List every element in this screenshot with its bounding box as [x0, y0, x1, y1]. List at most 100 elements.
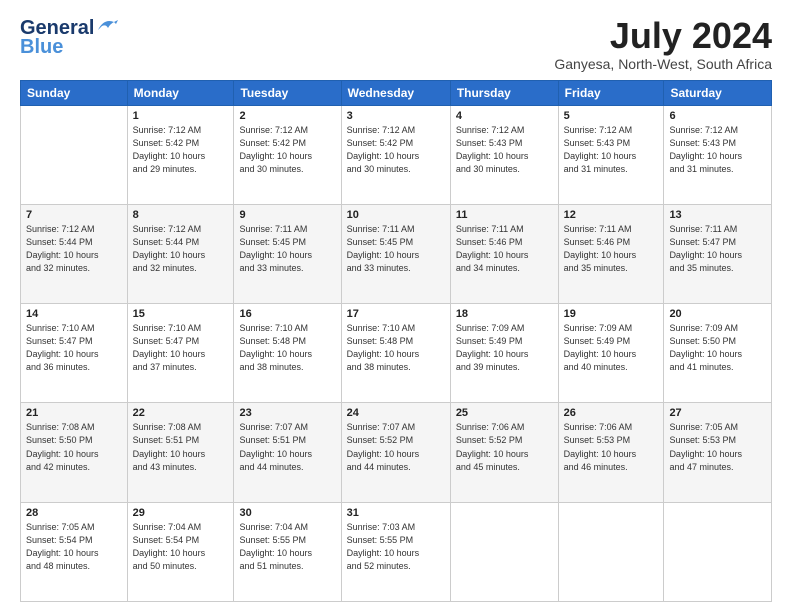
calendar-day-cell: 10 Sunrise: 7:11 AM Sunset: 5:45 PM Dayli… — [341, 204, 450, 303]
day-info: Sunrise: 7:08 AM Sunset: 5:50 PM Dayligh… — [26, 421, 122, 473]
day-info: Sunrise: 7:09 AM Sunset: 5:49 PM Dayligh… — [564, 322, 659, 374]
calendar-day-cell — [664, 502, 772, 601]
subtitle: Ganyesa, North-West, South Africa — [554, 56, 772, 72]
day-number: 4 — [456, 110, 553, 122]
day-info: Sunrise: 7:07 AM Sunset: 5:51 PM Dayligh… — [239, 421, 335, 473]
day-number: 8 — [133, 209, 229, 221]
day-number: 20 — [669, 308, 766, 320]
calendar-day-cell: 24 Sunrise: 7:07 AM Sunset: 5:52 PM Dayli… — [341, 403, 450, 502]
calendar-day-header: Tuesday — [234, 80, 341, 105]
calendar-day-header: Friday — [558, 80, 664, 105]
calendar-day-cell: 28 Sunrise: 7:05 AM Sunset: 5:54 PM Dayli… — [21, 502, 128, 601]
calendar-day-cell — [558, 502, 664, 601]
day-number: 13 — [669, 209, 766, 221]
day-info: Sunrise: 7:12 AM Sunset: 5:43 PM Dayligh… — [564, 124, 659, 176]
day-number: 28 — [26, 507, 122, 519]
calendar-day-cell: 29 Sunrise: 7:04 AM Sunset: 5:54 PM Dayli… — [127, 502, 234, 601]
logo-bird-icon — [96, 16, 118, 34]
day-info: Sunrise: 7:05 AM Sunset: 5:54 PM Dayligh… — [26, 521, 122, 573]
calendar-week-row: 28 Sunrise: 7:05 AM Sunset: 5:54 PM Dayli… — [21, 502, 772, 601]
logo-blue: Blue — [20, 37, 63, 57]
calendar-day-cell: 22 Sunrise: 7:08 AM Sunset: 5:51 PM Dayli… — [127, 403, 234, 502]
calendar-day-cell: 7 Sunrise: 7:12 AM Sunset: 5:44 PM Daylig… — [21, 204, 128, 303]
day-number: 31 — [347, 507, 445, 519]
calendar-day-header: Sunday — [21, 80, 128, 105]
calendar-day-cell: 14 Sunrise: 7:10 AM Sunset: 5:47 PM Dayli… — [21, 304, 128, 403]
day-number: 11 — [456, 209, 553, 221]
day-number: 5 — [564, 110, 659, 122]
day-info: Sunrise: 7:11 AM Sunset: 5:45 PM Dayligh… — [347, 223, 445, 275]
day-info: Sunrise: 7:12 AM Sunset: 5:44 PM Dayligh… — [26, 223, 122, 275]
day-info: Sunrise: 7:12 AM Sunset: 5:42 PM Dayligh… — [239, 124, 335, 176]
logo-general: General — [20, 18, 94, 38]
day-info: Sunrise: 7:04 AM Sunset: 5:54 PM Dayligh… — [133, 521, 229, 573]
day-info: Sunrise: 7:12 AM Sunset: 5:42 PM Dayligh… — [133, 124, 229, 176]
calendar-day-cell: 16 Sunrise: 7:10 AM Sunset: 5:48 PM Dayli… — [234, 304, 341, 403]
day-number: 30 — [239, 507, 335, 519]
day-info: Sunrise: 7:12 AM Sunset: 5:43 PM Dayligh… — [669, 124, 766, 176]
month-title: July 2024 — [554, 16, 772, 56]
calendar-day-cell: 13Sunrise: 7:11 AM Sunset: 5:47 PM Dayli… — [664, 204, 772, 303]
calendar-week-row: 21 Sunrise: 7:08 AM Sunset: 5:50 PM Dayli… — [21, 403, 772, 502]
day-info: Sunrise: 7:07 AM Sunset: 5:52 PM Dayligh… — [347, 421, 445, 473]
day-info: Sunrise: 7:03 AM Sunset: 5:55 PM Dayligh… — [347, 521, 445, 573]
day-info: Sunrise: 7:06 AM Sunset: 5:52 PM Dayligh… — [456, 421, 553, 473]
calendar-day-cell: 18Sunrise: 7:09 AM Sunset: 5:49 PM Dayli… — [450, 304, 558, 403]
day-info: Sunrise: 7:05 AM Sunset: 5:53 PM Dayligh… — [669, 421, 766, 473]
day-info: Sunrise: 7:12 AM Sunset: 5:42 PM Dayligh… — [347, 124, 445, 176]
day-number: 17 — [347, 308, 445, 320]
calendar-day-cell: 1 Sunrise: 7:12 AM Sunset: 5:42 PM Daylig… — [127, 105, 234, 204]
day-info: Sunrise: 7:06 AM Sunset: 5:53 PM Dayligh… — [564, 421, 659, 473]
day-info: Sunrise: 7:09 AM Sunset: 5:50 PM Dayligh… — [669, 322, 766, 374]
day-number: 29 — [133, 507, 229, 519]
calendar-day-cell: 5 Sunrise: 7:12 AM Sunset: 5:43 PM Daylig… — [558, 105, 664, 204]
day-number: 7 — [26, 209, 122, 221]
calendar-day-cell: 31 Sunrise: 7:03 AM Sunset: 5:55 PM Dayli… — [341, 502, 450, 601]
title-area: July 2024 Ganyesa, North-West, South Afr… — [554, 16, 772, 72]
day-number: 10 — [347, 209, 445, 221]
calendar-day-cell: 9Sunrise: 7:11 AM Sunset: 5:45 PM Daylig… — [234, 204, 341, 303]
day-number: 9 — [239, 209, 335, 221]
day-number: 21 — [26, 407, 122, 419]
page: General Blue July 2024 Ganyesa, North-We… — [0, 0, 792, 612]
logo: General Blue — [20, 16, 118, 57]
calendar-day-cell: 3Sunrise: 7:12 AM Sunset: 5:42 PM Daylig… — [341, 105, 450, 204]
day-info: Sunrise: 7:11 AM Sunset: 5:46 PM Dayligh… — [456, 223, 553, 275]
calendar-header-row: SundayMondayTuesdayWednesdayThursdayFrid… — [21, 80, 772, 105]
calendar-day-cell: 23Sunrise: 7:07 AM Sunset: 5:51 PM Dayli… — [234, 403, 341, 502]
day-number: 2 — [239, 110, 335, 122]
day-info: Sunrise: 7:12 AM Sunset: 5:43 PM Dayligh… — [456, 124, 553, 176]
calendar-day-cell — [450, 502, 558, 601]
calendar-day-header: Monday — [127, 80, 234, 105]
calendar-day-cell: 20 Sunrise: 7:09 AM Sunset: 5:50 PM Dayli… — [664, 304, 772, 403]
day-number: 16 — [239, 308, 335, 320]
day-info: Sunrise: 7:10 AM Sunset: 5:48 PM Dayligh… — [239, 322, 335, 374]
calendar-day-cell: 27Sunrise: 7:05 AM Sunset: 5:53 PM Dayli… — [664, 403, 772, 502]
day-number: 25 — [456, 407, 553, 419]
calendar-day-cell: 21 Sunrise: 7:08 AM Sunset: 5:50 PM Dayli… — [21, 403, 128, 502]
day-number: 15 — [133, 308, 229, 320]
calendar-day-cell: 4 Sunrise: 7:12 AM Sunset: 5:43 PM Daylig… — [450, 105, 558, 204]
day-number: 14 — [26, 308, 122, 320]
day-number: 18 — [456, 308, 553, 320]
day-info: Sunrise: 7:10 AM Sunset: 5:48 PM Dayligh… — [347, 322, 445, 374]
calendar-day-cell: 6Sunrise: 7:12 AM Sunset: 5:43 PM Daylig… — [664, 105, 772, 204]
day-number: 12 — [564, 209, 659, 221]
day-number: 26 — [564, 407, 659, 419]
day-info: Sunrise: 7:11 AM Sunset: 5:46 PM Dayligh… — [564, 223, 659, 275]
calendar-day-header: Wednesday — [341, 80, 450, 105]
calendar-day-cell: 17 Sunrise: 7:10 AM Sunset: 5:48 PM Dayli… — [341, 304, 450, 403]
calendar-table: SundayMondayTuesdayWednesdayThursdayFrid… — [20, 80, 772, 602]
day-info: Sunrise: 7:10 AM Sunset: 5:47 PM Dayligh… — [26, 322, 122, 374]
day-info: Sunrise: 7:08 AM Sunset: 5:51 PM Dayligh… — [133, 421, 229, 473]
day-info: Sunrise: 7:10 AM Sunset: 5:47 PM Dayligh… — [133, 322, 229, 374]
day-number: 1 — [133, 110, 229, 122]
calendar-day-cell: 12 Sunrise: 7:11 AM Sunset: 5:46 PM Dayli… — [558, 204, 664, 303]
calendar-day-cell: 25 Sunrise: 7:06 AM Sunset: 5:52 PM Dayli… — [450, 403, 558, 502]
calendar-day-cell: 26 Sunrise: 7:06 AM Sunset: 5:53 PM Dayli… — [558, 403, 664, 502]
day-number: 24 — [347, 407, 445, 419]
calendar-day-cell: 11 Sunrise: 7:11 AM Sunset: 5:46 PM Dayli… — [450, 204, 558, 303]
calendar-week-row: 7 Sunrise: 7:12 AM Sunset: 5:44 PM Daylig… — [21, 204, 772, 303]
day-number: 22 — [133, 407, 229, 419]
day-number: 19 — [564, 308, 659, 320]
